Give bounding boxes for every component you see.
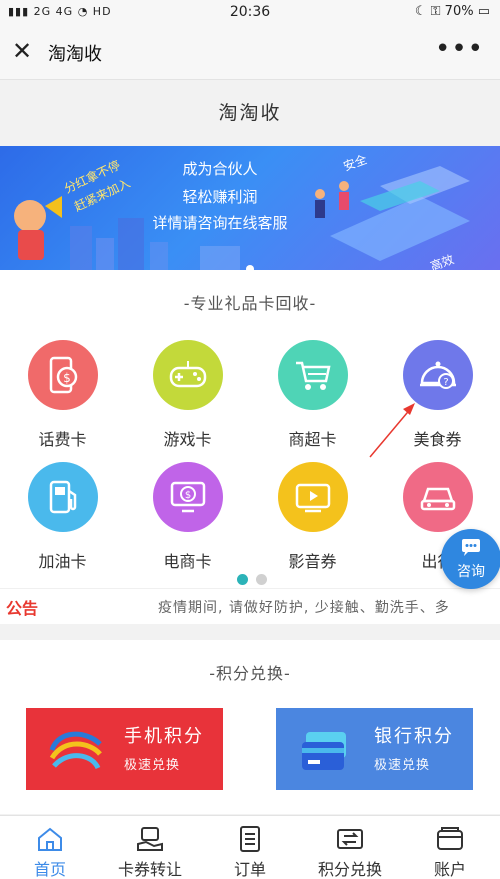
gamepad-icon	[152, 340, 223, 410]
banner-line-2: 轻松赚利润	[182, 188, 258, 206]
svg-text:$: $	[63, 371, 71, 385]
notice-text: 疫情期间, 请做好防护, 少接触、勤洗手、多	[158, 600, 450, 616]
more-icon[interactable]: •••	[435, 34, 484, 64]
pager-dot[interactable]	[256, 574, 267, 585]
notice-tag: 公告	[6, 599, 39, 618]
gift-card-section: -专业礼品卡回收- $ 话费卡 游戏卡 商超卡 ? 美食券 加油卡 $ 电商卡 …	[0, 270, 500, 588]
card-item-supermarket[interactable]: 商超卡	[250, 340, 375, 450]
tab-home[interactable]: 首页	[0, 816, 100, 879]
tab-transfer[interactable]: 卡券转让	[100, 816, 200, 879]
bank-points-sub: 极速兑换	[374, 758, 431, 773]
card-item-phone[interactable]: $ 话费卡	[0, 340, 125, 450]
top-bar: ✕ 淘淘收 •••	[0, 26, 500, 80]
card-item-label: 话费卡	[38, 430, 87, 449]
card-item-label: 影音券	[288, 552, 337, 571]
card-grid-pager	[233, 570, 271, 589]
phone-card-icon: $	[27, 340, 98, 410]
svg-text:$: $	[184, 490, 190, 501]
consult-button[interactable]: 咨询	[441, 529, 500, 589]
card-item-gas[interactable]: 加油卡	[0, 462, 125, 572]
points-section-title: -积分兑换-	[209, 664, 291, 683]
tab-orders[interactable]: 订单	[200, 816, 300, 879]
home-icon	[38, 827, 62, 851]
mobile-points-card[interactable]: 手机积分 极速兑换	[26, 708, 223, 790]
close-icon[interactable]: ✕	[12, 38, 32, 64]
card-item-video[interactable]: 影音券	[250, 462, 375, 572]
consult-label: 咨询	[457, 564, 485, 580]
app-title: 淘淘收	[48, 44, 102, 65]
bank-card-icon	[302, 732, 346, 770]
card-item-label: 商超卡	[288, 430, 337, 449]
tab-label: 账户	[433, 860, 466, 879]
bank-points-name: 银行积分	[374, 726, 454, 747]
shopping-cart-icon	[277, 340, 348, 410]
bank-points-card[interactable]: 银行积分 极速兑换	[276, 708, 473, 790]
gift-card-section-title: -专业礼品卡回收-	[183, 294, 317, 313]
banner-pager	[243, 258, 257, 270]
status-bar: ▮▮▮ 2G 4G ◔ HD 20:36 ☾ ⚿ 70% ▭	[0, 0, 500, 26]
pager-dot-active[interactable]	[237, 574, 248, 585]
tab-label: 积分兑换	[317, 860, 382, 879]
notice-bar[interactable]: 公告 疫情期间, 请做好防护, 少接触、勤洗手、多	[0, 588, 500, 624]
mobile-points-name: 手机积分	[124, 726, 204, 747]
chat-bubble-icon	[462, 539, 480, 556]
transfer-icon	[137, 827, 163, 851]
tab-label: 卡券转让	[117, 860, 182, 879]
mobile-points-sub: 极速兑换	[124, 758, 181, 773]
wallet-icon	[437, 827, 463, 850]
svg-text:?: ?	[443, 377, 448, 388]
card-item-label: 加油卡	[38, 552, 87, 571]
video-icon	[277, 462, 348, 532]
card-item-label: 电商卡	[163, 552, 212, 571]
bottom-tab-bar: 首页 卡券转让 订单 积分兑换 账户	[0, 815, 500, 879]
gas-pump-icon	[27, 462, 98, 532]
card-item-game[interactable]: 游戏卡	[125, 340, 250, 450]
exchange-icon	[337, 829, 363, 849]
card-item-label: 游戏卡	[163, 430, 212, 449]
battery-indicator: ☾ ⚿ 70% ▭	[414, 4, 490, 19]
page-title: 淘淘收	[0, 81, 500, 146]
car-icon	[402, 462, 473, 532]
tab-label: 首页	[33, 860, 66, 879]
ecommerce-icon: $	[152, 462, 223, 532]
banner-line-1: 成为合伙人	[182, 160, 258, 178]
tab-label: 订单	[233, 860, 266, 879]
annotation-arrow	[369, 403, 415, 458]
promo-banner[interactable]: 分红拿不停 赶紧来加入 成为合伙人 轻松赚利润 详情请咨询在线客服 安全 高效	[0, 146, 500, 270]
banner-line-3: 详情请咨询在线客服	[152, 214, 288, 232]
tab-points-exchange[interactable]: 积分兑换	[300, 816, 400, 879]
points-section: -积分兑换- 手机积分 极速兑换 银行积分 极速兑换	[0, 640, 500, 814]
card-item-ecommerce[interactable]: $ 电商卡	[125, 462, 250, 572]
tab-account[interactable]: 账户	[400, 816, 500, 879]
china-mobile-logo-icon	[49, 731, 102, 770]
order-icon	[240, 826, 260, 852]
